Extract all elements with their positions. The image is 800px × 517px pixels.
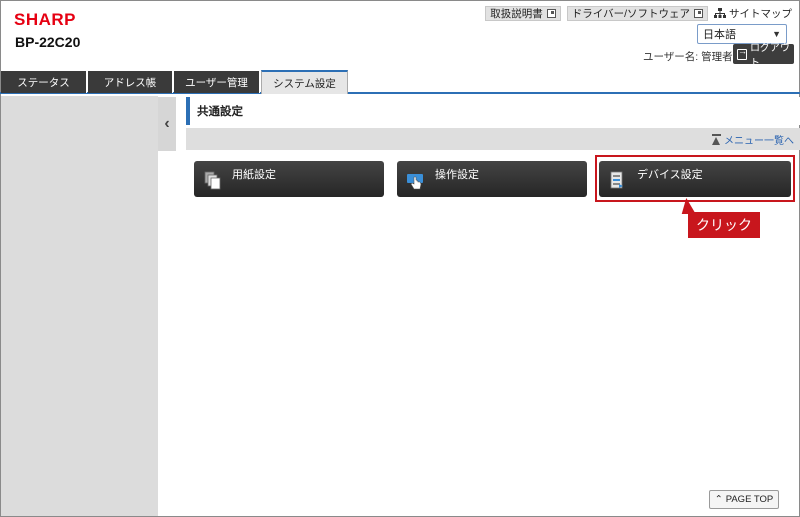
top-links: 取扱説明書 ドライバー/ソフトウェア サイトマップ	[485, 6, 792, 21]
logout-label: ログアウト	[749, 43, 790, 69]
user-name: ユーザー名: 管理者	[643, 51, 733, 63]
click-callout: クリック	[688, 212, 760, 238]
collapse-panel-button[interactable]: ‹	[158, 97, 176, 151]
chevron-up-icon: ⌃	[714, 494, 723, 505]
external-link-icon	[546, 9, 556, 18]
driver-software-link[interactable]: ドライバー/ソフトウェア	[566, 6, 708, 21]
logout-icon	[737, 46, 747, 60]
tab-bar: ステータス アドレス帳 ユーザー管理 システム設定	[0, 70, 800, 94]
sharp-logo: SHARP	[14, 10, 77, 29]
driver-link-label: ドライバー/ソフトウェア	[571, 8, 690, 20]
section-title: 共通設定	[186, 97, 800, 125]
back-to-top-icon	[711, 133, 722, 146]
highlight-box	[595, 155, 795, 202]
sitemap-link[interactable]: サイトマップ	[714, 6, 792, 21]
tab-address-book[interactable]: アドレス帳	[88, 71, 173, 93]
tab-system-settings[interactable]: システム設定	[261, 70, 348, 94]
model-name: BP-22C20	[15, 34, 81, 50]
paper-settings-label: 用紙設定	[232, 169, 276, 181]
menu-bar: メニュー一覧へ	[186, 128, 800, 150]
page-top-label: PAGE TOP	[725, 494, 774, 505]
operation-settings-button[interactable]: 操作設定	[397, 161, 587, 197]
external-link-icon	[694, 9, 703, 18]
paper-settings-button[interactable]: 用紙設定	[194, 161, 384, 197]
tab-user-management[interactable]: ユーザー管理	[174, 71, 260, 93]
tab-status[interactable]: ステータス	[1, 71, 87, 93]
left-panel	[1, 96, 158, 516]
hand-touch-icon	[407, 171, 424, 190]
logout-button[interactable]: ログアウト	[733, 43, 794, 69]
sitemap-label: サイトマップ	[729, 8, 792, 20]
manual-link-label: 取扱説明書	[490, 8, 543, 20]
menu-list-label: メニュー一覧へ	[724, 136, 794, 147]
operation-settings-label: 操作設定	[435, 169, 479, 181]
sitemap-icon	[714, 8, 726, 19]
menu-list-link[interactable]: メニュー一覧へ	[711, 132, 794, 147]
paper-icon	[204, 171, 221, 190]
chevron-down-icon: ▼	[772, 29, 781, 39]
page-top-button[interactable]: ⌃ PAGE TOP	[709, 490, 779, 509]
chevron-left-icon: ‹	[164, 115, 170, 132]
language-value: 日本語	[703, 29, 736, 41]
manual-link[interactable]: 取扱説明書	[485, 6, 561, 21]
